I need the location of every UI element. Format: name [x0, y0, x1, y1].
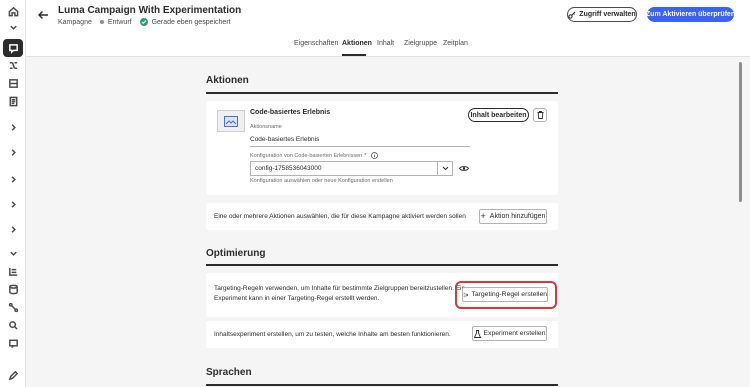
targeting-text-line-1: Targeting-Regeln verwenden, um Inhalte f… — [214, 285, 466, 292]
campaign-meta: Kampagne Entwurf Gerade eben gespeichert — [58, 18, 231, 26]
action-card-title: Code-basiertes Erlebnis — [250, 109, 331, 116]
chevron-right-icon[interactable] — [6, 197, 20, 211]
delete-action-button[interactable] — [533, 108, 547, 122]
campaign-title: Luma Campaign With Experimentation — [58, 5, 242, 16]
campaign-type: Kampagne — [58, 18, 92, 26]
edit-content-button[interactable]: Inhalt bearbeiten — [468, 108, 529, 122]
manage-access-label: Zugriff verwalten — [579, 11, 636, 18]
info-icon[interactable] — [371, 152, 379, 159]
segments-icon[interactable] — [6, 264, 20, 278]
connections-icon[interactable] — [6, 300, 20, 314]
tab-inhalt[interactable]: Inhalt — [377, 40, 394, 47]
pencil-icon[interactable] — [6, 368, 20, 382]
journeys-icon[interactable] — [6, 58, 20, 72]
flask-icon — [473, 329, 481, 338]
section-divider — [206, 264, 558, 266]
chevron-down-icon — [442, 166, 448, 171]
home-icon[interactable] — [6, 4, 20, 18]
create-experiment-button[interactable]: Experiment erstellen — [472, 326, 547, 341]
messages-icon[interactable] — [6, 336, 20, 350]
database-icon[interactable] — [6, 282, 20, 296]
required-mark: * — [364, 152, 367, 159]
review-to-activate-button[interactable]: Zum Aktivieren überprüfen — [645, 7, 736, 22]
saved-check-icon — [139, 18, 148, 26]
status-badge: Entwurf — [107, 18, 132, 26]
actions-section-title: Aktionen — [206, 75, 249, 86]
key-icon — [568, 11, 576, 19]
chevron-right-icon[interactable] — [6, 120, 20, 134]
status-dot-icon — [99, 20, 104, 24]
scrollbar-thumb[interactable] — [739, 62, 742, 202]
content-icon[interactable] — [6, 76, 20, 90]
tab-eigenschaften[interactable]: Eigenschaften — [294, 40, 338, 47]
plus-icon: + — [480, 211, 486, 221]
create-targeting-rule-button[interactable]: Targeting-Regel erstellen — [462, 287, 548, 302]
templates-icon[interactable] — [6, 94, 20, 108]
review-label: Zum Aktivieren überprüfen — [645, 11, 736, 18]
config-label-row: Konfiguration von Code-basierten Erlebni… — [250, 152, 379, 159]
campaign-header: Luma Campaign With Experimentation Kampa… — [26, 0, 750, 35]
tab-zielgruppe[interactable]: Zielgruppe — [404, 40, 437, 47]
chevron-right-icon[interactable] — [6, 145, 20, 159]
action-name-underline — [250, 146, 470, 147]
campaigns-icon[interactable] — [3, 39, 23, 57]
add-action-label: Aktion hinzufügen — [489, 213, 546, 220]
action-thumbnail — [217, 110, 245, 132]
action-name-label: Aktionsname — [250, 124, 282, 130]
targeting-rule-icon — [463, 292, 469, 297]
section-divider — [206, 384, 558, 386]
tab-bar: Eigenschaften Aktionen Inhalt Zielgruppe… — [26, 35, 750, 57]
optimization-section-title: Optimierung — [206, 248, 266, 259]
experiment-text: Inhaltsexperiment erstellen, um zu teste… — [214, 331, 451, 338]
action-name-field[interactable]: Code-basiertes Erlebnis — [250, 136, 319, 143]
back-arrow-icon[interactable] — [36, 8, 50, 22]
create-experiment-label: Experiment erstellen — [483, 330, 546, 337]
chevron-right-icon[interactable] — [6, 222, 20, 236]
trash-icon — [537, 111, 543, 119]
section-divider — [206, 92, 558, 94]
languages-section-title: Sprachen — [206, 367, 252, 378]
config-help-text: Konfiguration auswählen oder neue Konfig… — [250, 178, 393, 184]
query-icon[interactable] — [6, 318, 20, 332]
chevron-right-icon[interactable] — [6, 172, 20, 186]
targeting-text-line-2: Experiment kann in einer Targeting-Regel… — [214, 295, 380, 302]
config-select-value: config-1758536043000 — [255, 165, 322, 172]
image-icon — [224, 115, 238, 127]
config-select[interactable]: config-1758536043000 — [250, 161, 453, 176]
chevron-down-icon[interactable] — [6, 20, 20, 34]
add-action-hint: Eine oder mehrere Aktionen auswählen, di… — [214, 213, 466, 220]
scrollbar[interactable] — [738, 57, 744, 387]
active-tab-indicator — [342, 54, 366, 56]
config-dropdown-button[interactable] — [437, 161, 453, 176]
tab-aktionen[interactable]: Aktionen — [342, 40, 372, 47]
eye-icon[interactable] — [459, 165, 469, 172]
chevron-down-icon[interactable] — [6, 246, 20, 260]
manage-access-button[interactable]: Zugriff verwalten — [567, 7, 637, 22]
add-action-button[interactable]: + Aktion hinzufügen — [479, 209, 547, 224]
edit-content-label: Inhalt bearbeiten — [470, 111, 527, 119]
tab-zeitplan[interactable]: Zeitplan — [443, 40, 468, 47]
create-targeting-rule-label: Targeting-Regel erstellen — [471, 291, 547, 298]
left-nav-rail — [0, 0, 26, 387]
config-label: Konfiguration von Code-basierten Erlebni… — [250, 152, 363, 159]
save-status: Gerade eben gespeichert — [151, 18, 231, 26]
